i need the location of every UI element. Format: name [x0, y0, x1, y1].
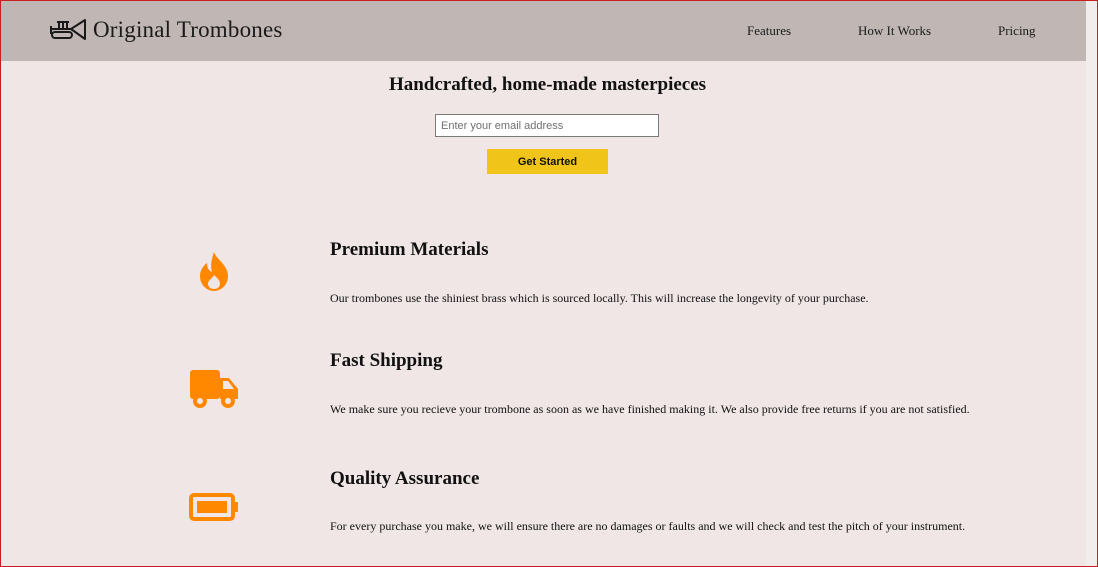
truck-icon [190, 370, 238, 408]
brand-name: Original Trombones [93, 17, 283, 42]
hero-title: Handcrafted, home-made masterpieces [388, 74, 707, 95]
feature-title: Fast Shipping [330, 350, 443, 371]
nav-link-pricing[interactable]: Pricing [998, 23, 1036, 39]
feature-description: Our trombones use the shiniest brass whi… [330, 291, 869, 305]
trumpet-icon [50, 19, 86, 40]
nav-link-how-it-works[interactable]: How It Works [858, 23, 931, 39]
get-started-button[interactable]: Get Started [487, 149, 608, 174]
email-input[interactable] [435, 114, 659, 137]
feature-description: For every purchase you make, we will ens… [330, 519, 966, 533]
feature-title: Quality Assurance [330, 468, 480, 489]
battery-full-icon [189, 493, 238, 521]
feature-description: We make sure you recieve your trombone a… [330, 402, 970, 416]
brand-logo[interactable]: Original Trombones [49, 15, 283, 45]
feature-title: Premium Materials [330, 239, 489, 260]
fire-icon [200, 252, 228, 291]
nav-link-features[interactable]: Features [747, 23, 791, 39]
site-header: Original Trombones Features How It Works… [1, 1, 1086, 61]
